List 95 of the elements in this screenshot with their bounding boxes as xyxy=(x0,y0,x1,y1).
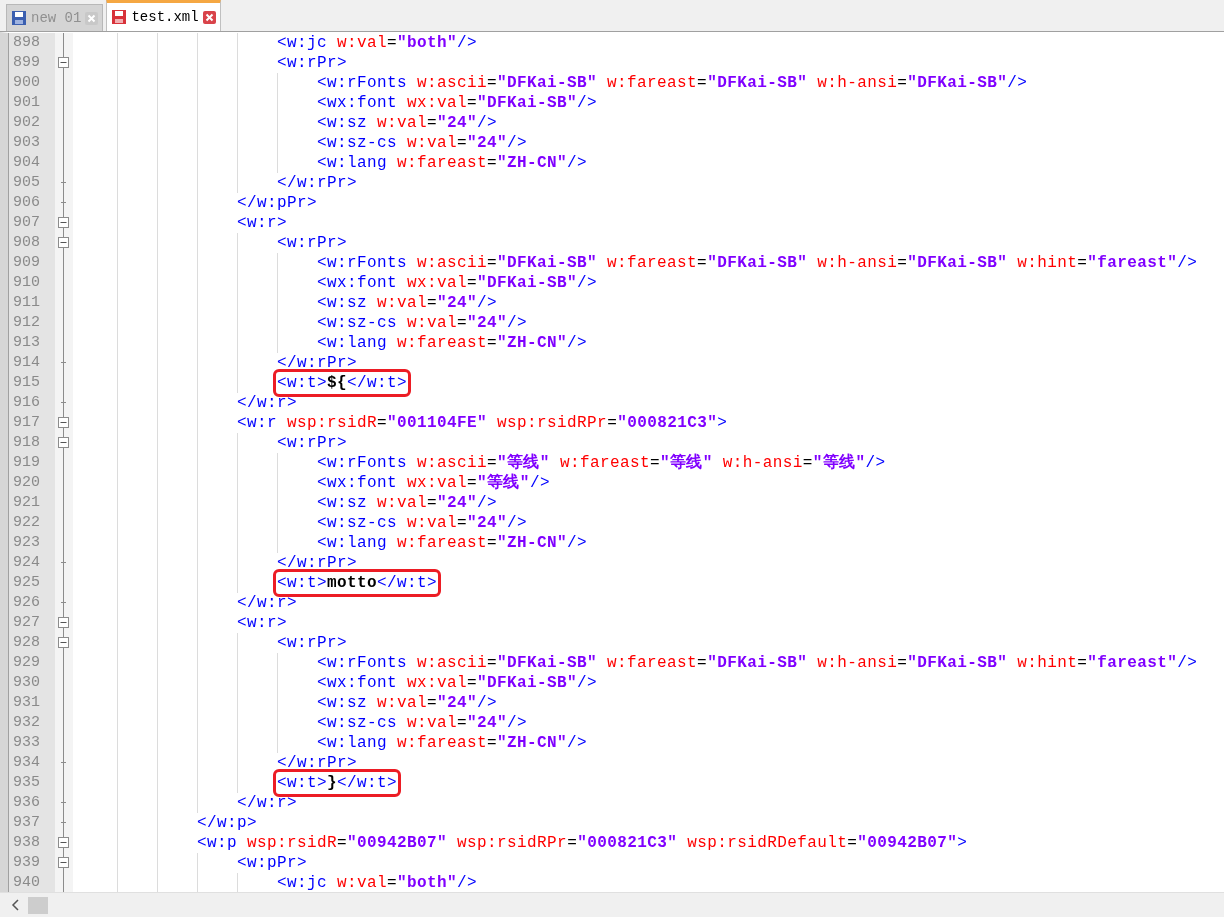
line-number: 912 xyxy=(12,313,40,333)
code-line: </w:rPr> xyxy=(277,753,358,773)
line-number: 931 xyxy=(12,693,40,713)
line-number: 913 xyxy=(12,333,40,353)
code-line: <w:r> xyxy=(237,613,288,633)
code-line: <w:lang w:fareast="ZH-CN"/> xyxy=(317,333,588,353)
line-number: 903 xyxy=(12,133,40,153)
code-line: <w:rPr> xyxy=(277,233,348,253)
code-line: <w:rFonts w:ascii="等线" w:fareast="等线" w:h-ansi="等线"/> xyxy=(317,453,886,473)
code-line: </w:rPr> xyxy=(277,353,358,373)
code-line: <w:r wsp:rsidR="001104FE" wsp:rsidRPr="000821C3"> xyxy=(237,413,728,433)
code-line: </w:r> xyxy=(237,593,298,613)
line-number: 907 xyxy=(12,213,40,233)
fold-collapse-icon[interactable] xyxy=(58,237,69,248)
line-number: 925 xyxy=(12,573,40,593)
code-line: <w:rPr> xyxy=(277,53,348,73)
code-line: <w:sz-cs w:val="24"/> xyxy=(317,713,528,733)
code-line: <wx:font wx:val="DFKai-SB"/> xyxy=(317,93,598,113)
line-number: 938 xyxy=(12,833,40,853)
code-line: <w:sz-cs w:val="24"/> xyxy=(317,133,528,153)
line-number: 926 xyxy=(12,593,40,613)
line-number: 902 xyxy=(12,113,40,133)
line-number: 908 xyxy=(12,233,40,253)
code-line: <w:sz w:val="24"/> xyxy=(317,493,498,513)
code-line: <w:rFonts w:ascii="DFKai-SB" w:fareast="DFKai-SB" w:h-ansi="DFKai-SB" w:hint="fareast"/> xyxy=(317,653,1198,673)
line-number: 910 xyxy=(12,273,40,293)
fold-collapse-icon[interactable] xyxy=(58,857,69,868)
code-line: <w:p wsp:rsidR="00942B07" wsp:rsidRPr="000821C3" wsp:rsidRDefault="00942B07"> xyxy=(197,833,968,853)
code-line: <w:sz-cs w:val="24"/> xyxy=(317,313,528,333)
fold-collapse-icon[interactable] xyxy=(58,837,69,848)
line-number: 920 xyxy=(12,473,40,493)
code-line: </w:rPr> xyxy=(277,173,358,193)
line-number: 922 xyxy=(12,513,40,533)
fold-collapse-icon[interactable] xyxy=(58,217,69,228)
code-line: <w:rPr> xyxy=(277,633,348,653)
code-line: <w:lang w:fareast="ZH-CN"/> xyxy=(317,733,588,753)
line-number: 900 xyxy=(12,73,40,93)
code-line: <w:sz w:val="24"/> xyxy=(317,293,498,313)
code-line: </w:rPr> xyxy=(277,553,358,573)
code-line: <w:r> xyxy=(237,213,288,233)
line-number: 932 xyxy=(12,713,40,733)
code-line: <w:rPr> xyxy=(277,433,348,453)
code-line: <w:rFonts w:ascii="DFKai-SB" w:fareast="DFKai-SB" w:h-ansi="DFKai-SB"/> xyxy=(317,73,1028,93)
code-line: <wx:font wx:val="DFKai-SB"/> xyxy=(317,273,598,293)
line-number: 915 xyxy=(12,373,40,393)
code-line: </w:r> xyxy=(237,393,298,413)
code-line: <w:jc w:val="both"/> xyxy=(277,873,478,892)
line-number: 918 xyxy=(12,433,40,453)
code-line: </w:r> xyxy=(237,793,298,813)
fold-collapse-icon[interactable] xyxy=(58,637,69,648)
code-line: <w:pPr> xyxy=(237,853,308,873)
code-line: <w:sz-cs w:val="24"/> xyxy=(317,513,528,533)
line-number: 933 xyxy=(12,733,40,753)
line-number: 919 xyxy=(12,453,40,473)
line-number: 923 xyxy=(12,533,40,553)
code-line: <wx:font wx:val="DFKai-SB"/> xyxy=(317,673,598,693)
code-line: <w:lang w:fareast="ZH-CN"/> xyxy=(317,153,588,173)
line-number: 906 xyxy=(12,193,40,213)
code-line: <w:jc w:val="both"/> xyxy=(277,33,478,53)
line-number: 917 xyxy=(12,413,40,433)
code-line: <w:sz w:val="24"/> xyxy=(317,693,498,713)
line-number: 909 xyxy=(12,253,40,273)
scrollbar-thumb[interactable] xyxy=(28,896,48,914)
line-number: 911 xyxy=(12,293,40,313)
line-number: 935 xyxy=(12,773,40,793)
code-line: <w:lang w:fareast="ZH-CN"/> xyxy=(317,533,588,553)
line-number: 904 xyxy=(12,153,40,173)
code-line: </w:p> xyxy=(197,813,258,833)
code-line: <w:rFonts w:ascii="DFKai-SB" w:fareast="DFKai-SB" w:h-ansi="DFKai-SB" w:hint="fareast"/> xyxy=(317,253,1198,273)
line-number: 921 xyxy=(12,493,40,513)
code-line: <wx:font wx:val="等线"/> xyxy=(317,473,550,493)
line-number: 936 xyxy=(12,793,40,813)
fold-collapse-icon[interactable] xyxy=(58,437,69,448)
code-line: </w:pPr> xyxy=(237,193,318,213)
code-line: <w:sz w:val="24"/> xyxy=(317,113,498,133)
line-number: 914 xyxy=(12,353,40,373)
line-number: 898 xyxy=(12,33,40,53)
line-number: 934 xyxy=(12,753,40,773)
line-number: 937 xyxy=(12,813,40,833)
file-tab[interactable]: test.xml xyxy=(106,0,221,31)
line-number: 901 xyxy=(12,93,40,113)
line-number: 929 xyxy=(12,653,40,673)
line-number: 916 xyxy=(12,393,40,413)
line-number: 930 xyxy=(12,673,40,693)
line-number: 940 xyxy=(12,873,40,892)
close-icon[interactable] xyxy=(202,10,216,24)
fold-collapse-icon[interactable] xyxy=(58,417,69,428)
line-number: 927 xyxy=(12,613,40,633)
line-number: 905 xyxy=(12,173,40,193)
fold-collapse-icon[interactable] xyxy=(58,57,69,68)
line-number: 928 xyxy=(12,633,40,653)
line-number: 899 xyxy=(12,53,40,73)
line-number: 939 xyxy=(12,853,40,873)
line-number: 924 xyxy=(12,553,40,573)
fold-collapse-icon[interactable] xyxy=(58,617,69,628)
